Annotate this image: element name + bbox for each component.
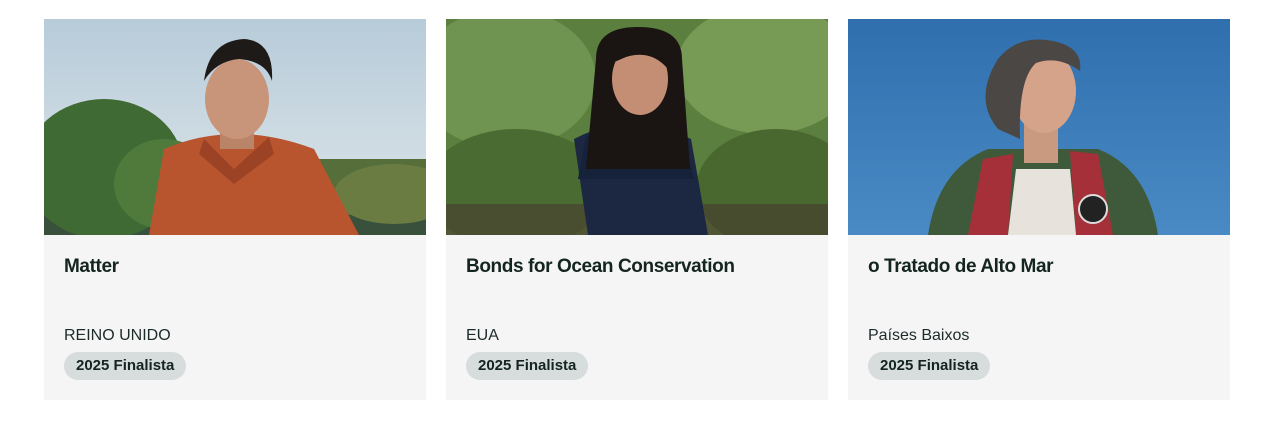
cards-grid: Matter REINO UNIDO 2025 Finalista Bonds …	[44, 19, 1230, 400]
finalist-badge: 2025 Finalista	[64, 352, 187, 380]
card-body: o Tratado de Alto Mar Países Baixos 2025…	[848, 235, 1230, 400]
card-photo[interactable]	[446, 19, 828, 235]
finalist-badge: 2025 Finalista	[466, 352, 589, 380]
card-body: Matter REINO UNIDO 2025 Finalista	[44, 235, 426, 400]
card-bonds-ocean[interactable]: Bonds for Ocean Conservation EUA 2025 Fi…	[446, 19, 828, 400]
card-title[interactable]: Matter	[64, 256, 119, 278]
card-country: Países Baixos	[868, 327, 970, 344]
card-high-seas-treaty[interactable]: o Tratado de Alto Mar Países Baixos 2025…	[848, 19, 1230, 400]
card-country: EUA	[466, 327, 499, 344]
finalist-badge: 2025 Finalista	[868, 352, 991, 380]
card-matter[interactable]: Matter REINO UNIDO 2025 Finalista	[44, 19, 426, 400]
card-photo[interactable]	[848, 19, 1230, 235]
photo-woman-blue-sky	[848, 19, 1230, 235]
card-photo[interactable]	[44, 19, 426, 235]
card-body: Bonds for Ocean Conservation EUA 2025 Fi…	[446, 235, 828, 400]
card-title[interactable]: Bonds for Ocean Conservation	[466, 256, 735, 278]
photo-woman-mangrove	[446, 19, 828, 235]
photo-man-orange-jacket	[44, 19, 426, 235]
card-title[interactable]: o Tratado de Alto Mar	[868, 256, 1054, 278]
card-country: REINO UNIDO	[64, 327, 171, 344]
